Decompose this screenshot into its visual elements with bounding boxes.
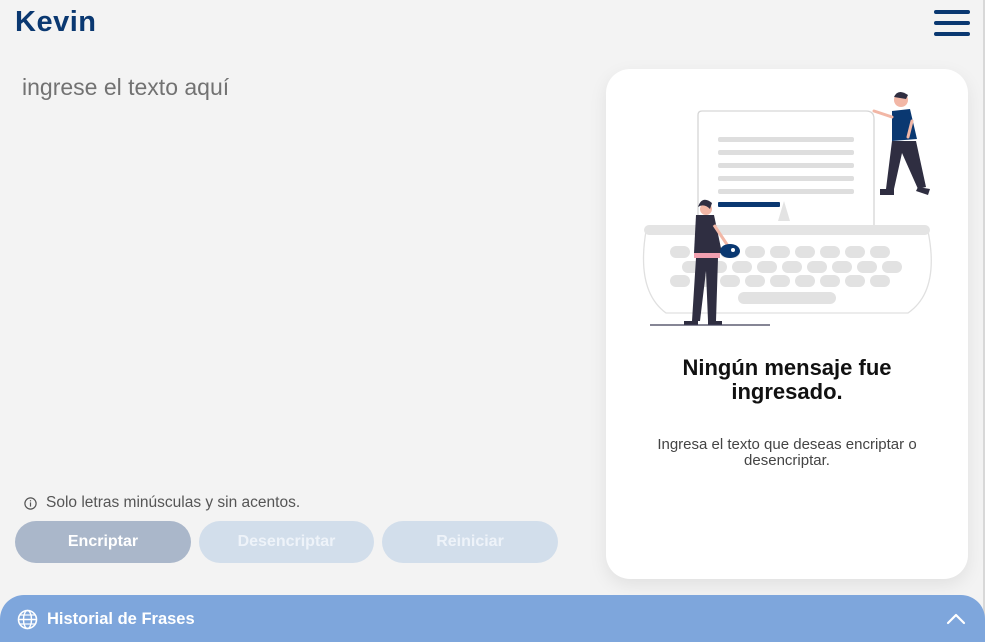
chevron-up-icon[interactable]: [946, 612, 966, 626]
decrypt-button[interactable]: Desencriptar: [199, 521, 374, 563]
input-hint: Solo letras minúsculas y sin acentos.: [24, 494, 300, 512]
encrypt-button[interactable]: Encriptar: [15, 521, 191, 563]
app-logo[interactable]: Kevin: [15, 6, 96, 39]
history-label: Historial de Frases: [47, 610, 195, 628]
empty-state-title: Ningún mensaje fue ingresado.: [682, 355, 892, 404]
typewriter-illustration: [642, 91, 932, 326]
output-panel: Ningún mensaje fue ingresado. Ingresa el…: [606, 69, 968, 579]
info-icon: [24, 496, 37, 510]
globe-icon: [17, 609, 38, 630]
message-input[interactable]: [22, 74, 582, 474]
empty-state-description: Ingresa el texto que deseas encriptar o …: [657, 436, 917, 469]
reset-button[interactable]: Reiniciar: [382, 521, 558, 563]
history-panel-toggle[interactable]: Historial de Frases: [0, 595, 985, 642]
hint-text: Solo letras minúsculas y sin acentos.: [46, 494, 301, 511]
hamburger-menu-icon[interactable]: [934, 10, 970, 36]
